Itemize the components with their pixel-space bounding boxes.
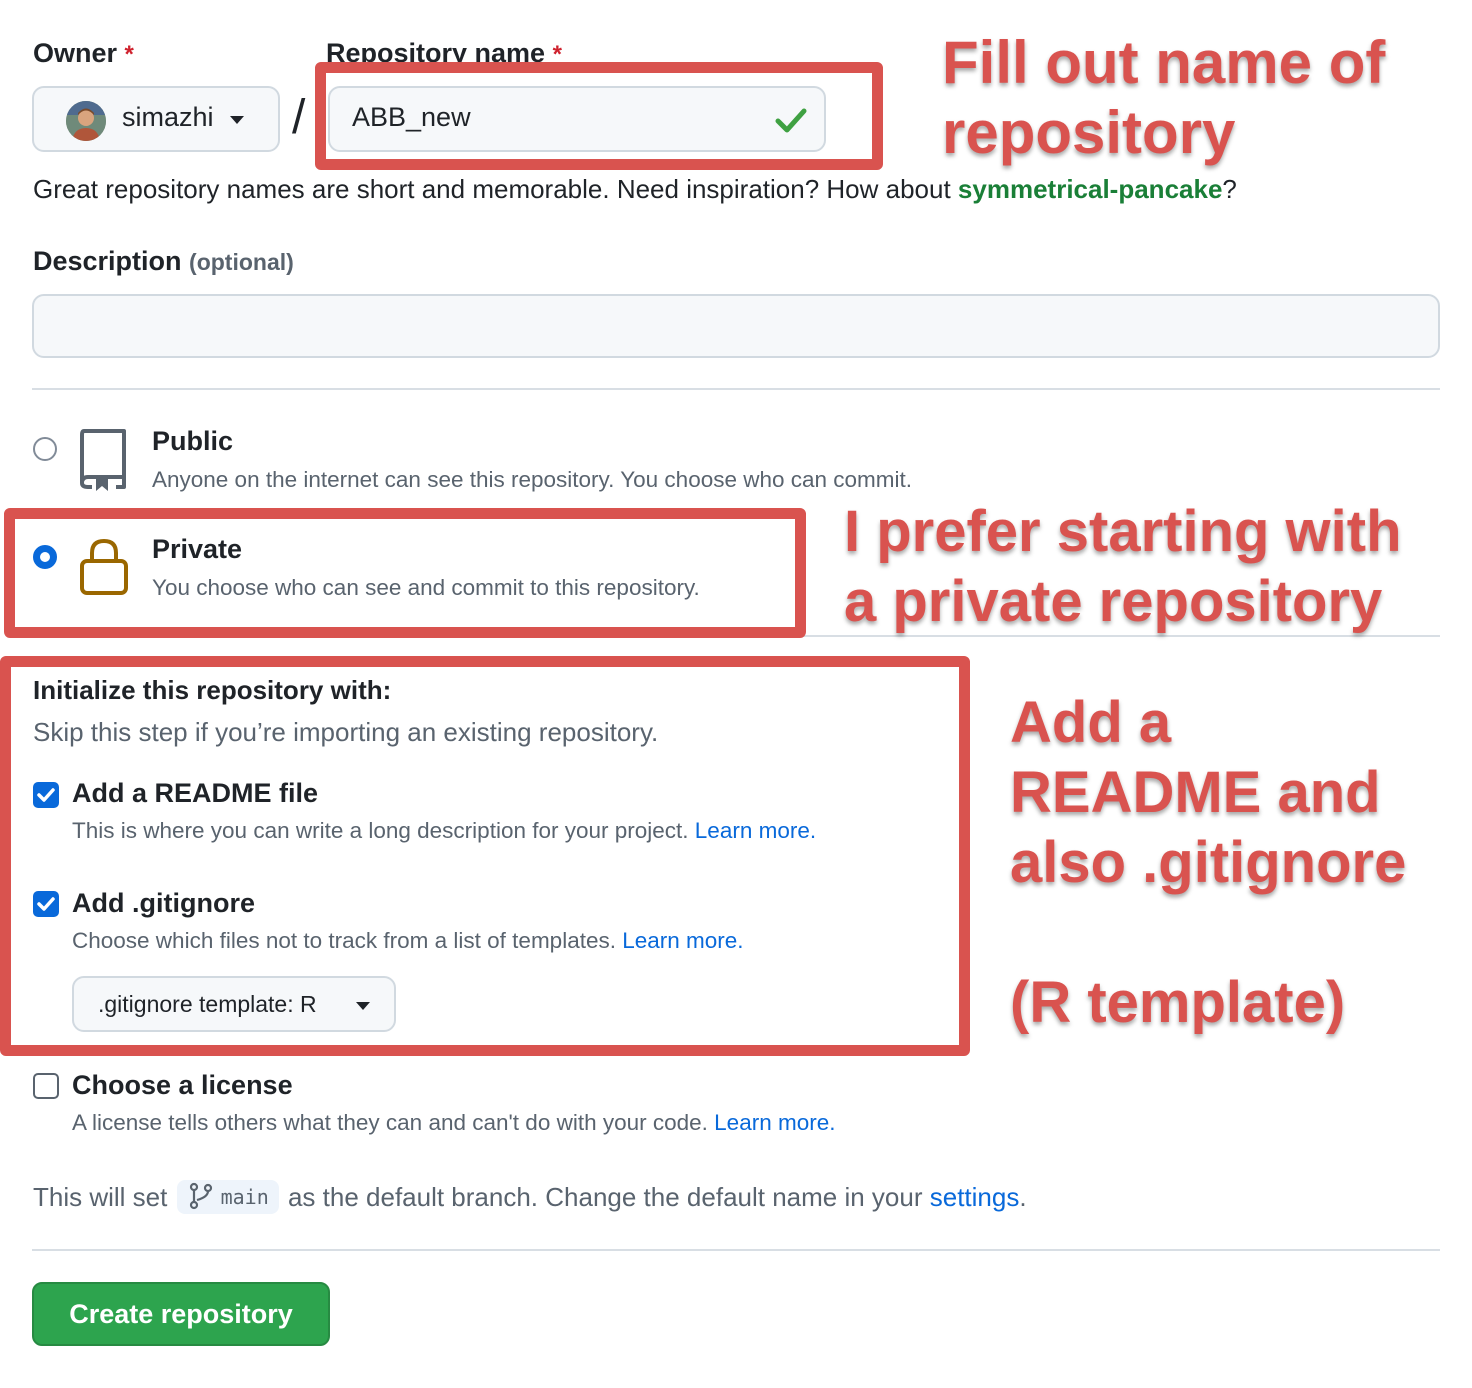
annotation-private: I prefer starting with a private reposit…	[844, 499, 1402, 634]
annotation-box-private	[4, 508, 806, 638]
annotation-box-name	[315, 62, 883, 170]
annotation-init: Add a README and also .gitignore (R temp…	[1010, 690, 1407, 1035]
settings-link[interactable]: settings	[930, 1182, 1020, 1212]
divider	[32, 388, 1440, 390]
repo-name-hint: Great repository names are short and mem…	[33, 174, 1237, 204]
create-repository-label: Create repository	[69, 1299, 293, 1329]
default-branch-note: This will set main as the default branch…	[33, 1180, 1027, 1214]
annotation-box-init	[0, 656, 970, 1056]
public-desc: Anyone on the internet can see this repo…	[152, 467, 913, 492]
repo-icon	[80, 429, 126, 491]
divider	[32, 1249, 1440, 1251]
owner-repo-separator: /	[292, 91, 306, 144]
annotation-name: Fill out name of repository	[942, 29, 1386, 166]
owner-label: Owner *	[33, 38, 134, 68]
description-label: Description (optional)	[33, 246, 294, 276]
public-radio[interactable]	[33, 437, 57, 461]
public-title: Public	[152, 426, 234, 456]
license-title: Choose a license	[72, 1070, 293, 1100]
owner-name: simazhi	[122, 102, 214, 132]
create-repository-button[interactable]: Create repository	[32, 1282, 330, 1346]
description-input[interactable]	[32, 294, 1440, 358]
avatar	[66, 101, 106, 141]
git-branch-icon	[189, 1182, 212, 1210]
suggestion-link[interactable]: symmetrical-pancake	[958, 174, 1222, 204]
chevron-down-icon	[230, 116, 244, 124]
branch-badge: main	[176, 1180, 279, 1214]
license-learn-more-link[interactable]: Learn more.	[714, 1110, 835, 1135]
license-checkbox[interactable]	[33, 1073, 59, 1099]
license-desc: A license tells others what they can and…	[72, 1110, 836, 1135]
owner-dropdown[interactable]: simazhi	[32, 86, 280, 152]
